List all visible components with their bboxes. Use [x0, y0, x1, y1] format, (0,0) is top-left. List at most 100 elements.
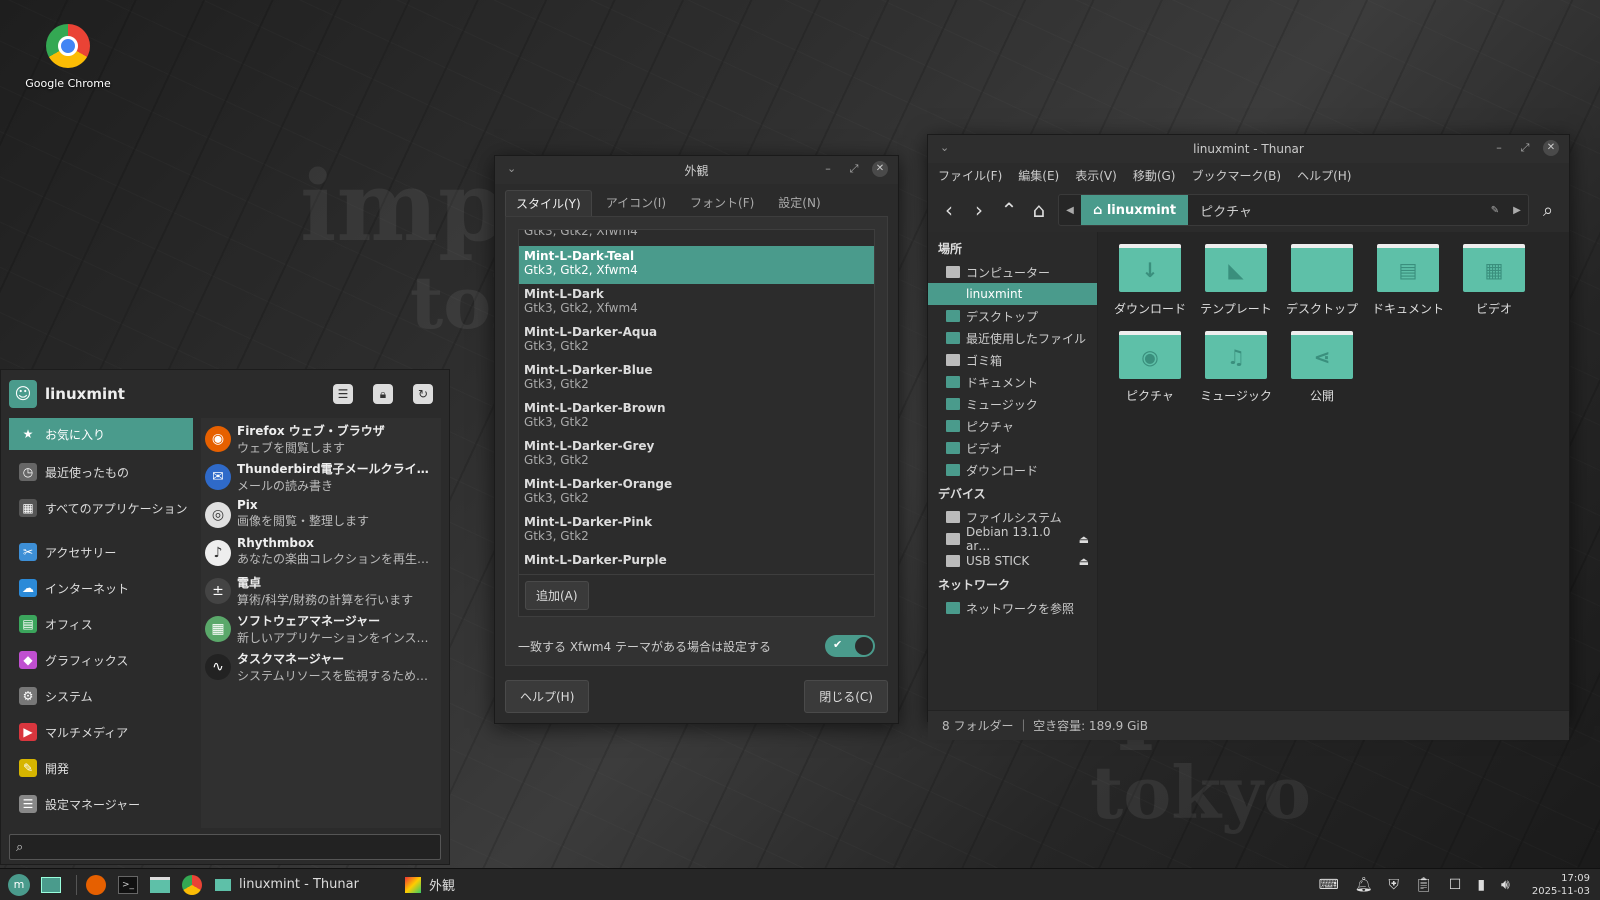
launcher-firefox[interactable]: [83, 872, 109, 898]
task-appearance[interactable]: 外観: [401, 875, 591, 894]
folder-item[interactable]: ▤ ドキュメント: [1366, 244, 1450, 317]
folder-item[interactable]: デスクトップ: [1280, 244, 1364, 317]
clock[interactable]: 17:09 2025-11-03: [1532, 872, 1590, 898]
app-item[interactable]: ✉ Thunderbird電子メールクライア… メールの読み書き: [205, 460, 437, 498]
app-item[interactable]: ▦ ソフトウェアマネージャー 新しいアプリケーションをインスト…: [205, 612, 437, 650]
sidebar-item[interactable]: 最近使用したファイル: [928, 327, 1097, 349]
theme-item[interactable]: Mint-L-Dark Gtk3, Gtk2, Xfwm4: [519, 284, 874, 322]
titlebar[interactable]: ⌄ linuxmint - Thunar – ⤢ ✕: [928, 135, 1569, 163]
maximize-button[interactable]: ⤢: [1517, 140, 1533, 156]
menu-file[interactable]: ファイル(F): [938, 167, 1002, 184]
path-left-arrow-icon[interactable]: ◀: [1059, 195, 1081, 225]
keyboard-icon[interactable]: ⌨: [1318, 877, 1338, 893]
tab-settings[interactable]: 設定(N): [768, 190, 830, 216]
sidebar-item[interactable]: ビデオ: [928, 437, 1097, 459]
settings-manager-icon[interactable]: ☰: [333, 384, 353, 404]
category-item[interactable]: ⚙ システム: [9, 678, 193, 714]
category-item[interactable]: ★ お気に入り: [9, 418, 193, 450]
app-item[interactable]: ± 電卓 算術/科学/財務の計算を行います: [205, 574, 437, 612]
search-input[interactable]: [29, 840, 440, 854]
sidebar-item[interactable]: コンピューター: [928, 261, 1097, 283]
menu-bookmarks[interactable]: ブックマーク(B): [1191, 167, 1281, 184]
tab-fonts[interactable]: フォント(F): [680, 190, 764, 216]
eject-icon[interactable]: ⏏: [1079, 533, 1089, 546]
close-button[interactable]: 閉じる(C): [804, 680, 888, 713]
theme-item[interactable]: Mint-L-Darker-Aqua Gtk3, Gtk2: [519, 322, 874, 360]
clipboard-icon[interactable]: 📋︎: [1415, 877, 1433, 893]
category-item[interactable]: ◷ 最近使ったもの: [9, 454, 193, 490]
sidebar-item[interactable]: ゴミ箱: [928, 349, 1097, 371]
theme-item[interactable]: Mint-L-Darker-Orange Gtk3, Gtk2: [519, 474, 874, 512]
folder-item[interactable]: ♫ ミュージック: [1194, 331, 1278, 404]
window-icon[interactable]: ☐: [1449, 877, 1462, 893]
titlebar[interactable]: ⌄ 外観 – ⤢ ✕: [495, 156, 898, 184]
menu-edit[interactable]: 編集(E): [1018, 167, 1059, 184]
up-icon[interactable]: ⌃: [998, 198, 1020, 222]
launcher-terminal[interactable]: >_: [115, 872, 141, 898]
eject-icon[interactable]: ⏏: [1079, 555, 1089, 568]
search-box[interactable]: ⌕: [9, 834, 441, 860]
forward-icon[interactable]: ›: [968, 198, 990, 222]
tab-style[interactable]: スタイル(Y): [505, 190, 592, 216]
lock-icon[interactable]: 🔒︎: [373, 384, 393, 404]
back-icon[interactable]: ‹: [938, 198, 960, 222]
category-item[interactable]: ✂ アクセサリー: [9, 534, 193, 570]
app-item[interactable]: ◉ Firefox ウェブ・ブラウザ ウェブを閲覧します: [205, 422, 437, 460]
launcher-chrome[interactable]: [179, 872, 205, 898]
theme-item[interactable]: Mint-L-Dark-AquaGtk3, Gtk2, Xfwm4: [519, 230, 874, 246]
window-menu-icon[interactable]: ⌄: [507, 162, 516, 175]
sidebar-item[interactable]: デスクトップ: [928, 305, 1097, 327]
sidebar-item[interactable]: linuxmint: [928, 283, 1097, 305]
edit-path-icon[interactable]: ✎: [1484, 195, 1506, 225]
menu-button[interactable]: m: [6, 872, 32, 898]
sidebar-item[interactable]: ピクチャ: [928, 415, 1097, 437]
category-item[interactable]: ▦ すべてのアプリケーション: [9, 490, 193, 526]
theme-item[interactable]: Mint-L-Darker-Purple: [519, 550, 874, 574]
show-desktop-button[interactable]: [38, 872, 64, 898]
window-menu-icon[interactable]: ⌄: [940, 141, 949, 154]
category-item[interactable]: ☰ 設定マネージャー: [9, 786, 193, 822]
maximize-button[interactable]: ⤢: [846, 161, 862, 177]
path-segment-home[interactable]: ⌂ linuxmint: [1081, 195, 1189, 225]
menu-go[interactable]: 移動(G): [1133, 167, 1176, 184]
app-item[interactable]: ♪ Rhythmbox あなたの楽曲コレクションを再生、…: [205, 536, 437, 574]
help-button[interactable]: ヘルプ(H): [505, 680, 590, 713]
category-item[interactable]: ▶ マルチメディア: [9, 714, 193, 750]
add-theme-button[interactable]: 追加(A): [525, 581, 589, 610]
theme-item[interactable]: Mint-L-Darker-Blue Gtk3, Gtk2: [519, 360, 874, 398]
category-item[interactable]: ◆ グラフィックス: [9, 642, 193, 678]
power-icon[interactable]: ▮: [1477, 877, 1485, 893]
folder-item[interactable]: ⋖ 公開: [1280, 331, 1364, 404]
theme-item[interactable]: Mint-L-Dark-Teal Gtk3, Gtk2, Xfwm4: [519, 246, 874, 284]
sidebar-item[interactable]: Debian 13.1.0 ar… ⏏: [928, 525, 1097, 553]
notification-bell-icon[interactable]: 🔔︎: [1355, 877, 1373, 893]
sidebar-item[interactable]: USB STICK ⏏: [928, 550, 1097, 572]
xfwm4-toggle[interactable]: ✔: [825, 635, 875, 657]
theme-item[interactable]: Mint-L-Darker-Brown Gtk3, Gtk2: [519, 398, 874, 436]
home-icon[interactable]: ⌂: [1028, 198, 1050, 222]
close-window-button[interactable]: ✕: [872, 161, 888, 177]
tab-icons[interactable]: アイコン(I): [596, 190, 676, 216]
theme-item[interactable]: Mint-L-Darker-Pink Gtk3, Gtk2: [519, 512, 874, 550]
sidebar-item[interactable]: ネットワークを参照: [928, 597, 1097, 619]
sidebar-item[interactable]: ダウンロード: [928, 459, 1097, 481]
folder-item[interactable]: ◉ ピクチャ: [1108, 331, 1192, 404]
logout-icon[interactable]: ↻: [413, 384, 433, 404]
folder-item[interactable]: ◣ テンプレート: [1194, 244, 1278, 317]
minimize-button[interactable]: –: [1491, 140, 1507, 156]
menu-help[interactable]: ヘルプ(H): [1297, 167, 1351, 184]
sidebar-item[interactable]: ミュージック: [928, 393, 1097, 415]
minimize-button[interactable]: –: [820, 161, 836, 177]
path-right-arrow-icon[interactable]: ▶: [1506, 195, 1528, 225]
close-window-button[interactable]: ✕: [1543, 140, 1559, 156]
shield-icon[interactable]: ⛨: [1388, 877, 1399, 893]
search-icon[interactable]: ⌕: [1537, 200, 1559, 221]
app-item[interactable]: ∿ タスクマネージャー システムリソースを監視するため…: [205, 650, 437, 688]
sidebar-item[interactable]: ドキュメント: [928, 371, 1097, 393]
volume-icon[interactable]: 🔊︎: [1501, 877, 1510, 893]
path-segment-pictures[interactable]: ピクチャ: [1188, 195, 1264, 225]
app-item[interactable]: ◎ Pix 画像を閲覧・整理します: [205, 498, 437, 536]
theme-item[interactable]: Mint-L-Darker-Grey Gtk3, Gtk2: [519, 436, 874, 474]
launcher-files[interactable]: [147, 872, 173, 898]
menu-view[interactable]: 表示(V): [1075, 167, 1117, 184]
